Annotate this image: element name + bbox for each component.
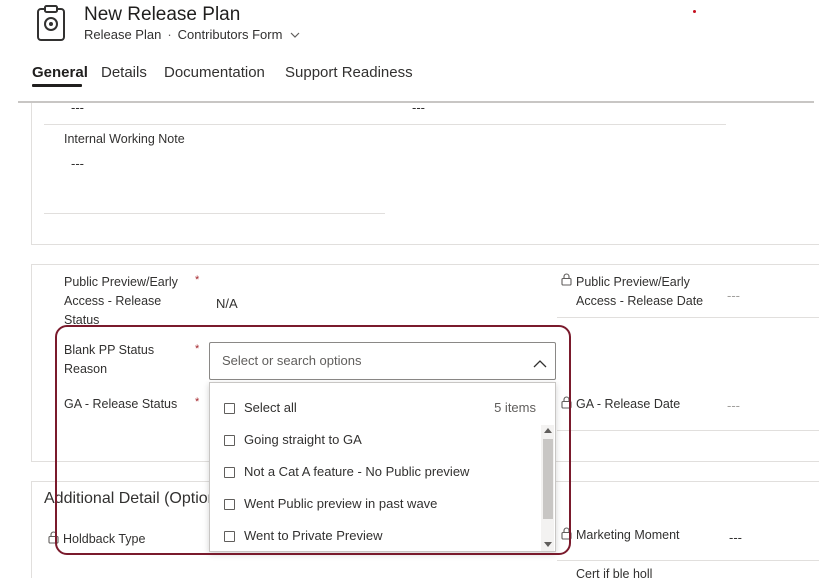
pp-date-value: --- [727,288,740,303]
tab-documentation[interactable]: Documentation [164,64,265,81]
form-icon [34,4,68,42]
marketing-moment-label: Marketing Moment [576,528,680,542]
section-top-border [31,264,819,265]
ga-date-label: GA - Release Date [576,397,681,411]
field-divider [44,213,385,214]
active-tab-indicator [32,84,82,87]
marketing-moment-value: --- [729,530,742,545]
label-line: Access - Release [64,294,162,308]
required-marker: * [195,274,200,286]
tab-general[interactable]: General [32,64,88,81]
section-divider [31,244,819,245]
ga-date-value: --- [727,398,740,413]
field-divider [44,124,726,125]
tab-details[interactable]: Details [101,64,147,81]
cut-off-label: Cert if ble holl [576,567,653,581]
section-border-left [31,481,32,578]
breadcrumb-separator: · [167,27,172,42]
form-selector[interactable]: Contributors Form [178,27,283,42]
page-title: New Release Plan [84,4,241,25]
section-border-left [31,103,32,245]
section-border-left [31,264,32,462]
internal-note-field[interactable]: --- [71,156,84,171]
pp-date-label: Public Preview/Early Access - Release Da… [576,273,703,311]
field-divider [557,430,819,431]
chevron-down-icon[interactable] [290,27,300,42]
form-breadcrumb: Release Plan · Contributors Form [84,27,300,42]
label-line: Public Preview/Early [64,275,178,289]
field-value: --- [71,100,84,115]
field-divider [557,317,819,318]
field-divider [557,560,819,561]
pp-status-label: Public Preview/Early Access - Release St… [64,273,194,330]
lock-icon [561,273,572,289]
entity-name: Release Plan [84,27,162,42]
highlight-annotation [55,325,571,555]
label-line: Public Preview/Early [576,275,690,289]
internal-note-label: Internal Working Note [64,132,185,146]
notification-dot [693,10,696,13]
field-value: --- [412,100,425,115]
tab-support-readiness[interactable]: Support Readiness [285,64,413,81]
label-line: Access - Release Date [576,294,704,308]
pp-status-value[interactable]: N/A [216,296,238,311]
